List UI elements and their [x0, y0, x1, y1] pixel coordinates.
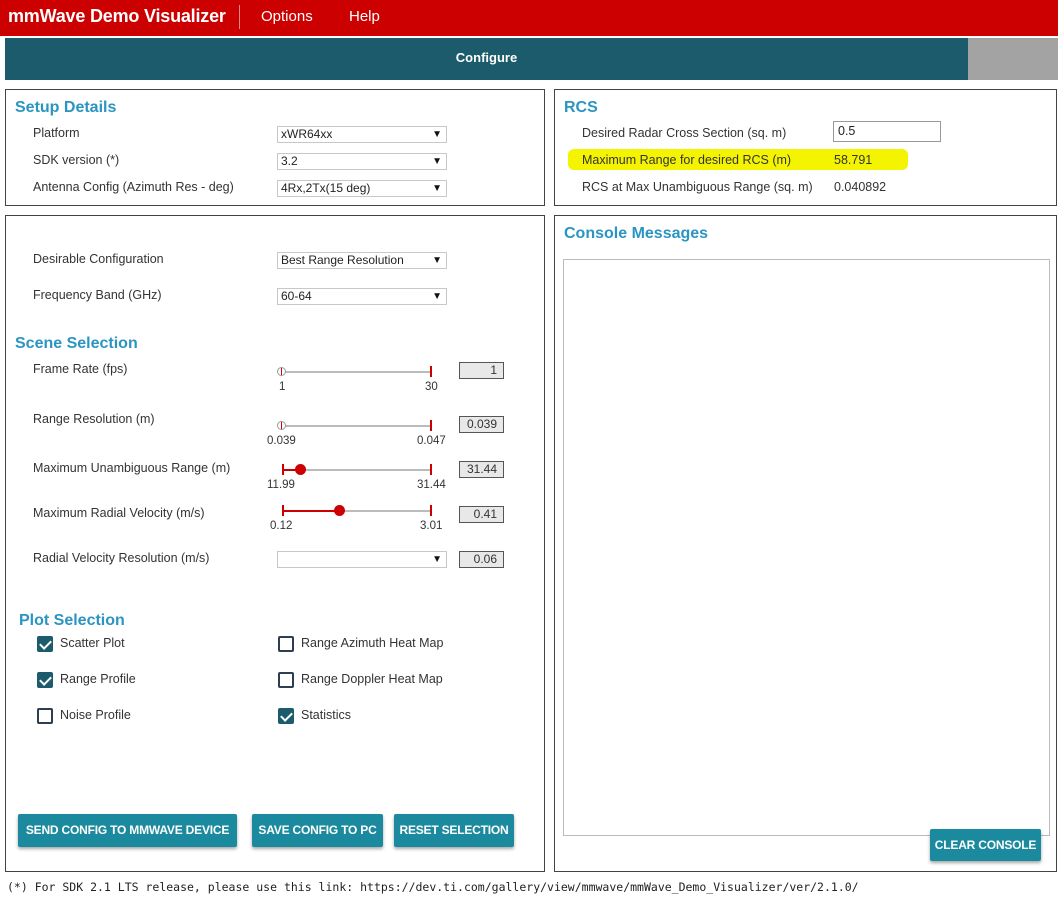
- console-title: Console Messages: [564, 225, 709, 242]
- scatter-plot-checkbox[interactable]: [37, 636, 53, 652]
- title-divider: [239, 5, 240, 29]
- max-radial-velocity-slider-min-tick: [282, 505, 284, 516]
- sdk-footnote: (*) For SDK 2.1 LTS release, please use …: [7, 880, 859, 894]
- max-range-rcs-label: Maximum Range for desired RCS (m): [582, 153, 792, 167]
- sdk-version-value: 3.2: [281, 154, 298, 168]
- sdk-version-select[interactable]: 3.2 ▼: [277, 153, 447, 170]
- caret-down-icon: ▼: [432, 554, 442, 565]
- max-unamb-range-label: Maximum Unambiguous Range (m): [33, 461, 231, 475]
- max-range-rcs-value: 58.791: [834, 153, 873, 167]
- statistics-label: Statistics: [301, 708, 352, 722]
- range-resolution-slider-track[interactable]: [282, 425, 432, 427]
- max-radial-velocity-value[interactable]: 0.41: [459, 506, 504, 523]
- desired-rcs-input[interactable]: 0.5: [833, 121, 941, 142]
- range-doppler-heatmap-checkbox[interactable]: [278, 672, 294, 688]
- max-radial-velocity-label: Maximum Radial Velocity (m/s): [33, 506, 205, 520]
- setup-details-panel: Setup Details Platform xWR64xx ▼ SDK vers…: [5, 89, 545, 206]
- range-azimuth-heatmap-checkbox[interactable]: [278, 636, 294, 652]
- app-title: mmWave Demo Visualizer: [8, 6, 226, 26]
- max-radial-velocity-min: 0.12: [270, 520, 293, 532]
- rcs-unamb-label: RCS at Max Unambiguous Range (sq. m): [582, 180, 813, 194]
- caret-down-icon: ▼: [432, 291, 442, 302]
- platform-value: xWR64xx: [281, 127, 333, 141]
- range-azimuth-heatmap-label: Range Azimuth Heat Map: [301, 636, 444, 650]
- reset-selection-button[interactable]: RESET SELECTION: [394, 814, 514, 847]
- range-resolution-value[interactable]: 0.039: [459, 416, 504, 433]
- radial-velocity-res-select[interactable]: ▼: [277, 551, 447, 568]
- frequency-band-value: 60-64: [281, 289, 312, 303]
- frame-rate-slider-max-tick: [430, 366, 432, 377]
- configuration-panel: Desirable Configuration Best Range Resol…: [5, 215, 545, 872]
- scatter-plot-label: Scatter Plot: [60, 636, 125, 650]
- sdk-version-label: SDK version (*): [33, 153, 120, 167]
- max-unamb-range-max: 31.44: [417, 479, 446, 491]
- clear-console-button[interactable]: CLEAR CONSOLE: [930, 829, 1041, 861]
- max-radial-velocity-slider-fill: [282, 510, 339, 512]
- radial-velocity-res-value[interactable]: 0.06: [459, 551, 504, 568]
- platform-label: Platform: [33, 126, 80, 140]
- frame-rate-value[interactable]: 1: [459, 362, 504, 379]
- range-resolution-min: 0.039: [267, 435, 296, 447]
- noise-profile-label: Noise Profile: [60, 708, 131, 722]
- range-resolution-slider-handle[interactable]: [277, 421, 286, 430]
- max-unamb-range-min: 11.99: [267, 479, 295, 491]
- range-profile-checkbox[interactable]: [37, 672, 53, 688]
- send-config-button[interactable]: SEND CONFIG TO MMWAVE DEVICE: [18, 814, 237, 847]
- rcs-title: RCS: [564, 99, 598, 116]
- frame-rate-label: Frame Rate (fps): [33, 362, 128, 376]
- scene-selection-title: Scene Selection: [15, 335, 138, 352]
- menu-help[interactable]: Help: [349, 8, 380, 25]
- tab-configure[interactable]: Configure: [5, 38, 968, 80]
- max-unamb-range-value[interactable]: 31.44: [459, 461, 504, 478]
- max-radial-velocity-slider-max-tick: [430, 505, 432, 516]
- caret-down-icon: ▼: [432, 156, 442, 167]
- console-output[interactable]: [563, 259, 1050, 836]
- caret-down-icon: ▼: [432, 183, 442, 194]
- rcs-panel: RCS Desired Radar Cross Section (sq. m) …: [554, 89, 1057, 206]
- range-profile-label: Range Profile: [60, 672, 136, 686]
- save-config-button[interactable]: SAVE CONFIG TO PC: [252, 814, 383, 847]
- range-resolution-max: 0.047: [417, 435, 446, 447]
- tab-bar: Configure: [5, 38, 1058, 80]
- frame-rate-slider-track[interactable]: [282, 371, 432, 373]
- frequency-band-label: Frequency Band (GHz): [33, 288, 162, 302]
- range-doppler-heatmap-label: Range Doppler Heat Map: [301, 672, 443, 686]
- plot-selection-title: Plot Selection: [19, 612, 125, 629]
- antenna-config-label: Antenna Config (Azimuth Res - deg): [33, 180, 234, 194]
- max-radial-velocity-max: 3.01: [420, 520, 443, 532]
- range-resolution-label: Range Resolution (m): [33, 412, 155, 426]
- max-unamb-range-slider-min-tick: [282, 464, 284, 475]
- frame-rate-min: 1: [279, 381, 286, 393]
- tab-other[interactable]: [968, 38, 1058, 80]
- platform-select[interactable]: xWR64xx ▼: [277, 126, 447, 143]
- noise-profile-checkbox[interactable]: [37, 708, 53, 724]
- app-header: mmWave Demo Visualizer Options Help: [0, 0, 1058, 36]
- max-unamb-range-slider-max-tick: [430, 464, 432, 475]
- radial-velocity-res-label: Radial Velocity Resolution (m/s): [33, 551, 210, 565]
- antenna-config-value: 4Rx,2Tx(15 deg): [281, 181, 371, 195]
- max-unamb-range-slider-handle[interactable]: [295, 464, 306, 475]
- caret-down-icon: ▼: [432, 129, 442, 140]
- frequency-band-select[interactable]: 60-64 ▼: [277, 288, 447, 305]
- desirable-config-select[interactable]: Best Range Resolution ▼: [277, 252, 447, 269]
- frame-rate-slider-handle[interactable]: [277, 367, 286, 376]
- rcs-unamb-value: 0.040892: [834, 180, 887, 194]
- desired-rcs-label: Desired Radar Cross Section (sq. m): [582, 126, 787, 140]
- caret-down-icon: ▼: [432, 255, 442, 266]
- range-resolution-slider-max-tick: [430, 420, 432, 431]
- desirable-config-label: Desirable Configuration: [33, 252, 164, 266]
- max-radial-velocity-slider-handle[interactable]: [334, 505, 345, 516]
- desirable-config-value: Best Range Resolution: [281, 253, 404, 267]
- setup-details-title: Setup Details: [15, 99, 117, 116]
- antenna-config-select[interactable]: 4Rx,2Tx(15 deg) ▼: [277, 180, 447, 197]
- frame-rate-max: 30: [425, 381, 438, 393]
- statistics-checkbox[interactable]: [278, 708, 294, 724]
- menu-options[interactable]: Options: [261, 8, 313, 25]
